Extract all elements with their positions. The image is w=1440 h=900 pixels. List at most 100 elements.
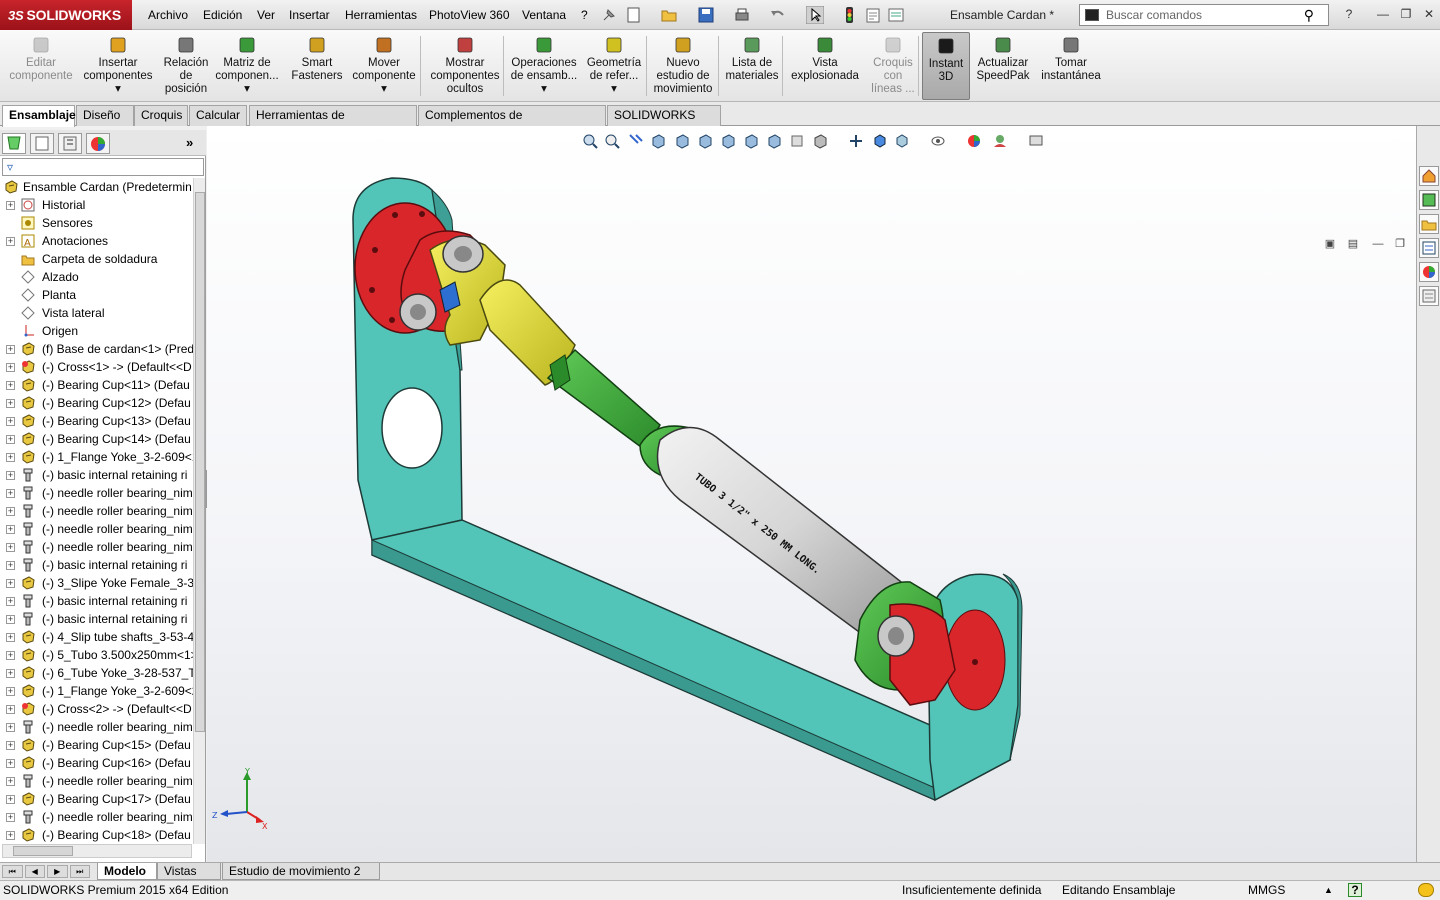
- scrollbar-thumb[interactable]: [13, 846, 73, 856]
- tree-vertical-scrollbar[interactable]: [193, 178, 205, 844]
- expand-icon[interactable]: +: [6, 453, 15, 462]
- undo-icon[interactable]: [769, 6, 787, 24]
- expand-icon[interactable]: +: [6, 579, 15, 588]
- ribbon-move-component-button[interactable]: Mover componente ▾: [346, 32, 422, 100]
- view-palette-tab[interactable]: [1419, 238, 1439, 258]
- tree-root-assembly[interactable]: Ensamble Cardan (Predetermin: [0, 178, 196, 196]
- menu-6[interactable]: PhotoView 360: [423, 0, 516, 30]
- expand-icon[interactable]: +: [6, 597, 15, 606]
- ribbon-assembly-features-button[interactable]: Operaciones de ensamb... ▾: [507, 32, 581, 100]
- file-properties-icon[interactable]: [864, 6, 882, 24]
- bottom-tab-1[interactable]: Modelo: [97, 863, 157, 880]
- menu-3[interactable]: Ver: [251, 0, 281, 30]
- expand-icon[interactable]: +: [6, 399, 15, 408]
- design-library-tab[interactable]: [1419, 190, 1439, 210]
- display-manager-tab[interactable]: [86, 133, 110, 154]
- tree-item[interactable]: + (-) 3_Slipe Yoke Female_3-3-: [0, 574, 196, 592]
- select-icon[interactable]: [806, 6, 824, 24]
- zoom-area-icon[interactable]: [604, 133, 620, 149]
- expand-icon[interactable]: +: [6, 561, 15, 570]
- appearance-ball-icon[interactable]: [966, 133, 982, 149]
- expand-icon[interactable]: +: [6, 651, 15, 660]
- cube-view-icon[interactable]: [872, 133, 888, 149]
- ribbon-instant3d-button[interactable]: Instant 3D: [922, 32, 970, 100]
- close-window-button[interactable]: ✕: [1420, 6, 1438, 22]
- tree-item[interactable]: + (-) 1_Flange Yoke_3-2-609<2: [0, 682, 196, 700]
- solidworks-logo[interactable]: 3S SOLIDWORKS: [0, 0, 132, 30]
- tree-item[interactable]: + (-) needle roller bearing_nim: [0, 772, 196, 790]
- tree-item[interactable]: Sensores: [0, 214, 196, 232]
- tree-item[interactable]: + (-) basic internal retaining ri: [0, 556, 196, 574]
- expand-icon[interactable]: +: [6, 669, 15, 678]
- tab-2[interactable]: Diseño: [76, 105, 134, 126]
- tree-item[interactable]: + (-) basic internal retaining ri: [0, 610, 196, 628]
- expand-icon[interactable]: +: [6, 687, 15, 696]
- appearances-tab[interactable]: [1419, 262, 1439, 282]
- expand-icon[interactable]: +: [6, 417, 15, 426]
- expand-icon[interactable]: +: [6, 759, 15, 768]
- tree-item[interactable]: Vista lateral: [0, 304, 196, 322]
- view-settings-monitor-icon[interactable]: [1028, 133, 1044, 149]
- configuration-manager-tab[interactable]: [58, 133, 82, 154]
- minimize-window-button[interactable]: —: [1374, 6, 1392, 22]
- tab-3[interactable]: Croquis: [134, 105, 188, 126]
- visibility-icon[interactable]: [930, 133, 946, 149]
- section-view-icon[interactable]: [650, 133, 666, 149]
- tree-item[interactable]: + (-) Bearing Cup<18> (Defau: [0, 826, 196, 844]
- property-manager-tab[interactable]: [30, 133, 54, 154]
- next-tab-icon[interactable]: ▶: [47, 865, 68, 878]
- edit-appearance-icon[interactable]: [766, 133, 782, 149]
- bottom-tab-2[interactable]: Vistas 3D: [157, 863, 221, 894]
- expand-icon[interactable]: +: [6, 543, 15, 552]
- hide-show-items-icon[interactable]: [743, 133, 759, 149]
- tab-1[interactable]: Ensamblaje: [2, 105, 76, 127]
- tab-scroll-controls[interactable]: ⏮ ◀ ▶ ⏭: [2, 865, 90, 878]
- tree-item[interactable]: + (-) needle roller bearing_nim: [0, 538, 196, 556]
- tree-item[interactable]: + (-) Cross<1> -> (Default<<D: [0, 358, 196, 376]
- tree-item[interactable]: + (-) Bearing Cup<14> (Defau: [0, 430, 196, 448]
- tree-item[interactable]: Origen: [0, 322, 196, 340]
- tree-item[interactable]: + (-) 4_Slip tube shafts_3-53-4: [0, 628, 196, 646]
- tree-item[interactable]: + (-) Bearing Cup<13> (Defau: [0, 412, 196, 430]
- shaded-edges-icon[interactable]: [720, 133, 736, 149]
- ribbon-component-pattern-button[interactable]: Matriz de componen... ▾: [214, 32, 280, 100]
- expand-icon[interactable]: +: [6, 705, 15, 714]
- save-icon[interactable]: [697, 6, 715, 24]
- expand-icon[interactable]: +: [6, 507, 15, 516]
- search-commands-input[interactable]: Buscar comandos ⚲: [1079, 4, 1329, 26]
- tree-item[interactable]: + (-) needle roller bearing_nim: [0, 502, 196, 520]
- ribbon-bom-button[interactable]: Lista de materiales: [722, 32, 782, 100]
- ribbon-snapshot-button[interactable]: Tomar instantánea: [1036, 32, 1106, 100]
- apply-scene-icon[interactable]: [992, 133, 1008, 149]
- bottom-tab-3[interactable]: Estudio de movimiento 2: [222, 863, 380, 880]
- expand-icon[interactable]: +: [6, 615, 15, 624]
- ribbon-speedpak-button[interactable]: Actualizar SpeedPak: [972, 32, 1034, 100]
- tree-item[interactable]: + (-) 6_Tube Yoke_3-28-537_T: [0, 664, 196, 682]
- tree-item[interactable]: Alzado: [0, 268, 196, 286]
- rebuild-status-icon[interactable]: [1418, 883, 1434, 897]
- expand-panel-icon[interactable]: »: [186, 135, 193, 150]
- graphics-area[interactable]: ▣ ▤ — ❐ ✕: [207, 126, 1427, 862]
- tree-item[interactable]: + Historial: [0, 196, 196, 214]
- expand-icon[interactable]: +: [6, 435, 15, 444]
- restore-window-button[interactable]: ❐: [1397, 6, 1415, 22]
- units-arrow-icon[interactable]: ▲: [1324, 881, 1333, 900]
- view-orientation-icon[interactable]: [674, 133, 690, 149]
- menu-2[interactable]: Edición: [197, 0, 248, 30]
- options-icon[interactable]: [887, 6, 905, 24]
- tree-item[interactable]: Carpeta de soldadura: [0, 250, 196, 268]
- custom-properties-tab[interactable]: [1419, 286, 1439, 306]
- menu-8[interactable]: ?: [575, 0, 594, 30]
- scrollbar-thumb[interactable]: [195, 192, 205, 732]
- tree-item[interactable]: + (-) Bearing Cup<17> (Defau: [0, 790, 196, 808]
- tree-item[interactable]: + (-) Bearing Cup<15> (Defau: [0, 736, 196, 754]
- expand-icon[interactable]: +: [6, 381, 15, 390]
- menu-1[interactable]: Archivo: [142, 0, 194, 30]
- assembly-model[interactable]: TUBO 3 1/2" x 250 MM LONG.: [207, 126, 1416, 862]
- ribbon-smart-fasteners-button[interactable]: Smart Fasteners: [288, 32, 346, 100]
- expand-icon[interactable]: +: [6, 201, 15, 210]
- tree-item[interactable]: + A Anotaciones: [0, 232, 196, 250]
- rotate-view-icon[interactable]: [848, 133, 864, 149]
- expand-icon[interactable]: +: [6, 363, 15, 372]
- tree-item[interactable]: + (-) Bearing Cup<16> (Defau: [0, 754, 196, 772]
